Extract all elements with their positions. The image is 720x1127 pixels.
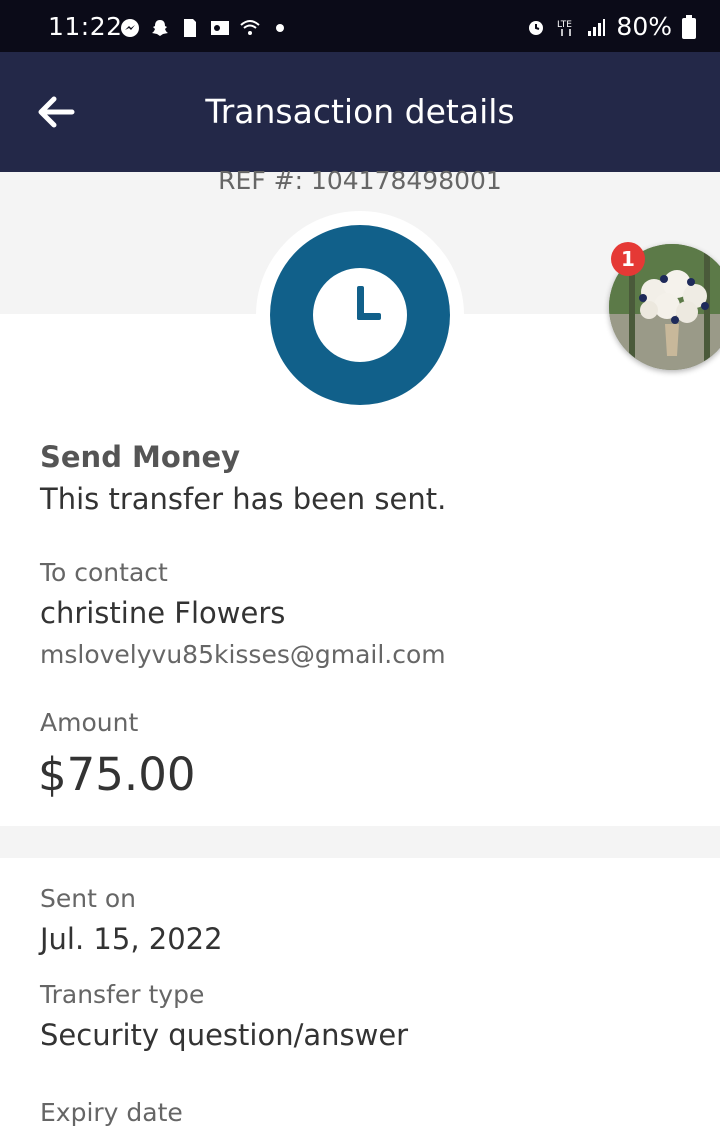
transfer-type-value: Security question/answer [40, 1018, 409, 1052]
amount-value: $75.00 [38, 748, 196, 801]
section-divider [0, 826, 720, 858]
svg-text:LTE: LTE [557, 20, 572, 30]
dot-icon [276, 24, 284, 32]
system-icons: LTE 80% [526, 12, 696, 41]
expiry-date-label: Expiry date [40, 1098, 183, 1127]
snapchat-icon [152, 20, 168, 36]
sim-icon [184, 19, 196, 37]
contact-name: christine Flowers [40, 596, 286, 630]
battery-icon [682, 14, 696, 39]
transaction-type: Send Money [40, 440, 241, 474]
outlook-icon [211, 21, 229, 35]
sent-on-label: Sent on [40, 884, 136, 913]
clock-time: 11:22 [48, 12, 123, 41]
reference-number: REF #: 104178498001 [218, 166, 502, 195]
notification-badge: 1 [611, 242, 645, 276]
amount-label: Amount [40, 708, 139, 737]
alarm-icon [529, 20, 544, 35]
wifi-icon [240, 20, 260, 35]
messenger-icon [121, 19, 139, 37]
status-bar: 11:22 LTE 80% [0, 0, 720, 52]
signal-icon [588, 18, 606, 36]
clock-minute-hand [357, 313, 381, 320]
page-title: Transaction details [205, 92, 515, 131]
lte-icon: LTE [557, 20, 573, 36]
battery-percent: 80% [616, 12, 672, 41]
transfer-status: This transfer has been sent. [40, 482, 447, 516]
contact-email: mslovelyvu85kisses@gmail.com [40, 640, 446, 669]
sent-on-value: Jul. 15, 2022 [40, 922, 223, 956]
notification-icons [120, 18, 290, 38]
contact-label: To contact [40, 558, 168, 587]
app-bar: Transaction details [0, 52, 720, 172]
transfer-type-label: Transfer type [40, 980, 205, 1009]
